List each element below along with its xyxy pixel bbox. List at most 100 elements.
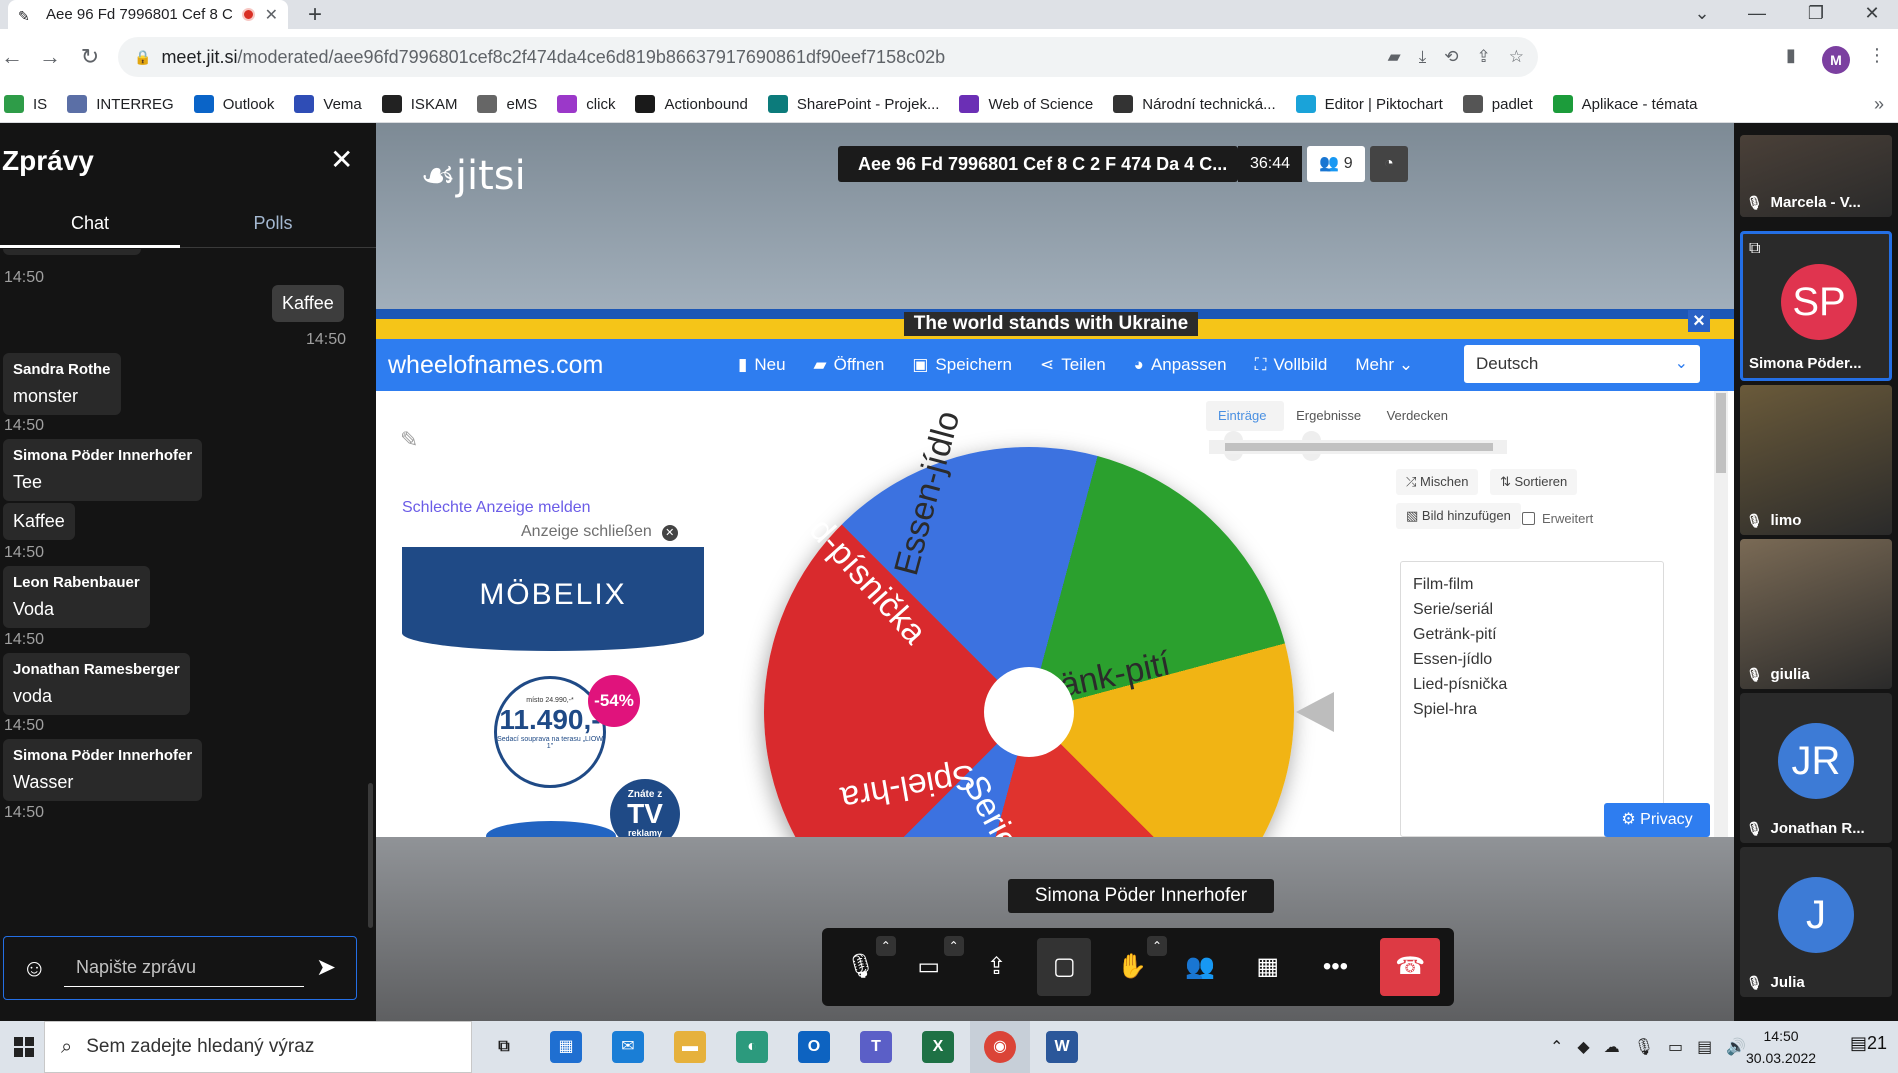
participant-tile[interactable]: J 🎙 Julia	[1740, 847, 1892, 997]
excel-icon[interactable]: X	[922, 1031, 954, 1063]
edge-icon[interactable]: ◐	[736, 1031, 768, 1063]
camera-button[interactable]: ▭ ⌃	[902, 936, 964, 996]
profile-avatar[interactable]: M	[1822, 46, 1850, 74]
spin-wheel[interactable]	[704, 387, 1354, 837]
emoji-icon[interactable]: ☺	[22, 955, 47, 983]
participants-button[interactable]: 👥	[1173, 938, 1227, 996]
menu-new[interactable]: ▮ Neu	[738, 355, 786, 375]
close-tab-icon[interactable]: ✕	[265, 5, 278, 25]
mute-microphone-button[interactable]: 🎙 ⌃	[834, 936, 896, 996]
send-icon[interactable]: ➤	[316, 953, 336, 982]
filmstrip[interactable]: 🎙 Marcela - V... ⧉ SP Simona Pöder... 🎙 li…	[1734, 123, 1898, 1021]
participant-tile[interactable]: 🎙 limo	[1740, 385, 1892, 535]
bookmark-item[interactable]: Web of Science	[959, 95, 1093, 113]
reactions-chevron-icon[interactable]: ⌃	[1146, 936, 1167, 956]
menu-more[interactable]: Mehr ⌄	[1355, 355, 1413, 375]
edit-icon[interactable]: ✎	[400, 427, 418, 453]
participant-tile[interactable]: 🎙 Marcela - V...	[1740, 135, 1892, 217]
tab-hide[interactable]: Verdecken	[1375, 401, 1460, 431]
battery-icon[interactable]: ▭	[1668, 1037, 1683, 1057]
language-select[interactable]: Deutsch ⌄	[1464, 345, 1700, 383]
ad-brand-banner[interactable]: MÖBELIX	[402, 547, 704, 651]
volume-icon[interactable]: 🔊	[1726, 1037, 1746, 1057]
menu-fullscreen[interactable]: ⛶ Vollbild	[1255, 355, 1328, 375]
teams-icon[interactable]: T	[860, 1031, 892, 1063]
leave-meeting-button[interactable]: ☎	[1380, 938, 1440, 996]
shuffle-button[interactable]: ⤮ Mischen	[1396, 469, 1479, 495]
tray-cloud-icon[interactable]: ☁	[1604, 1037, 1620, 1057]
restore-button[interactable]: ❐	[1796, 0, 1836, 29]
back-icon[interactable]: ←	[0, 45, 24, 69]
word-icon[interactable]: W	[1046, 1031, 1078, 1063]
tab-results[interactable]: Ergebnisse1	[1284, 401, 1374, 461]
microphone-icon[interactable]: 🎙	[1634, 1037, 1654, 1057]
raise-hand-button[interactable]: ✋ ⌃	[1105, 936, 1167, 996]
bookmark-item[interactable]: Actionbound	[635, 95, 748, 113]
bookmark-item[interactable]: INTERREG	[67, 95, 174, 113]
tab-chat[interactable]: Chat	[0, 203, 180, 248]
close-window-button[interactable]: ✕	[1852, 0, 1892, 29]
notifications-button[interactable]: ▤21	[1850, 1033, 1887, 1054]
task-view-icon[interactable]: ⧉	[488, 1031, 520, 1063]
screen-share-button[interactable]: ⇪	[970, 938, 1024, 996]
ad-report-link[interactable]: Schlechte Anzeige melden	[402, 499, 591, 517]
bookmark-item[interactable]: Národní technická...	[1113, 95, 1276, 113]
chat-scrollbar[interactable]	[368, 783, 373, 928]
tile-view-button[interactable]: ▦	[1241, 938, 1295, 996]
audio-settings-chevron-icon[interactable]: ⌃	[875, 936, 896, 956]
minimize-button[interactable]: —	[1737, 0, 1777, 29]
browser-menu-icon[interactable]: ⋮	[1868, 45, 1886, 66]
tab-entries[interactable]: Einträge6	[1206, 401, 1285, 461]
participant-tile[interactable]: 🎙 giulia	[1740, 539, 1892, 689]
bookmark-item[interactable]: SharePoint - Projek...	[767, 95, 939, 113]
camera-permission-icon[interactable]: ▰	[1388, 47, 1401, 67]
windows-start-icon[interactable]	[14, 1037, 34, 1057]
bookmark-item[interactable]: ISKAM	[381, 95, 457, 113]
close-banner-icon[interactable]: ×	[1688, 310, 1710, 332]
taskbar-clock[interactable]: 14:50 30.03.2022	[1746, 1025, 1816, 1069]
install-icon[interactable]: ⤓	[1419, 47, 1427, 67]
participants-count[interactable]: 👥 9	[1307, 146, 1365, 182]
bookmark-star-icon[interactable]: ☆	[1509, 47, 1524, 67]
privacy-button[interactable]: ⚙ Privacy	[1604, 803, 1710, 837]
sort-button[interactable]: ⇅ Sortieren	[1490, 469, 1578, 495]
tabs-scrollbar[interactable]	[1209, 440, 1507, 454]
participant-tile[interactable]: ⧉ SP Simona Pöder...	[1740, 231, 1892, 381]
reload-icon[interactable]: ↻	[78, 45, 102, 69]
menu-open[interactable]: ▰ Öffnen	[814, 355, 885, 375]
store-icon[interactable]: ▦	[550, 1031, 582, 1063]
bookmark-item[interactable]: eMS	[477, 95, 537, 113]
side-panel-icon[interactable]: ▮	[1786, 45, 1796, 66]
mail-icon[interactable]: ✉	[612, 1031, 644, 1063]
connection-speed-icon[interactable]: ◔	[1370, 146, 1408, 182]
new-tab-button[interactable]: +	[308, 0, 322, 29]
taskbar-search[interactable]: ⌕ Sem zadejte hledaný výraz	[44, 1021, 472, 1073]
file-explorer-icon[interactable]: ▬	[674, 1031, 706, 1063]
tray-expand-icon[interactable]: ⌃	[1550, 1037, 1563, 1057]
chat-message-input[interactable]: Napište zprávu	[64, 947, 304, 987]
bookmark-item[interactable]: Outlook	[193, 95, 274, 113]
advanced-checkbox[interactable]: Erweitert	[1522, 511, 1593, 526]
network-icon[interactable]: ▤	[1697, 1037, 1712, 1057]
bookmark-item[interactable]: Vema	[294, 95, 362, 113]
tray-app-icon[interactable]: ◆	[1577, 1037, 1589, 1057]
bookmark-item[interactable]: Editor | Piktochart	[1295, 95, 1443, 113]
outlook-icon[interactable]: O	[798, 1031, 830, 1063]
close-chat-icon[interactable]: ✕	[330, 143, 353, 176]
chrome-icon[interactable]: ◉	[984, 1031, 1016, 1063]
bookmark-item[interactable]: IS	[4, 95, 47, 113]
page-scrollbar[interactable]	[1714, 391, 1728, 837]
bookmark-item[interactable]: padlet	[1462, 95, 1533, 113]
entries-textarea[interactable]: Film-film Serie/seriál Getränk-pití Esse…	[1400, 561, 1664, 837]
share-icon[interactable]: ⇪	[1477, 47, 1491, 67]
menu-share[interactable]: ⋖ Teilen	[1040, 355, 1106, 375]
menu-save[interactable]: ▣ Speichern	[912, 355, 1012, 375]
more-actions-button[interactable]: •••	[1309, 938, 1363, 996]
bookmark-item[interactable]: click	[557, 95, 615, 113]
site-logo[interactable]: wheelofnames.com	[388, 351, 603, 380]
tab-search-icon[interactable]: ⌄	[1682, 0, 1722, 29]
forward-icon[interactable]: →	[38, 45, 62, 69]
chat-messages[interactable]: 14:50 Kaffee 14:50 Sandra Rothe monster …	[0, 249, 376, 929]
bookmark-item[interactable]: Aplikace - témata	[1552, 95, 1698, 113]
wheel-center[interactable]	[984, 667, 1074, 757]
